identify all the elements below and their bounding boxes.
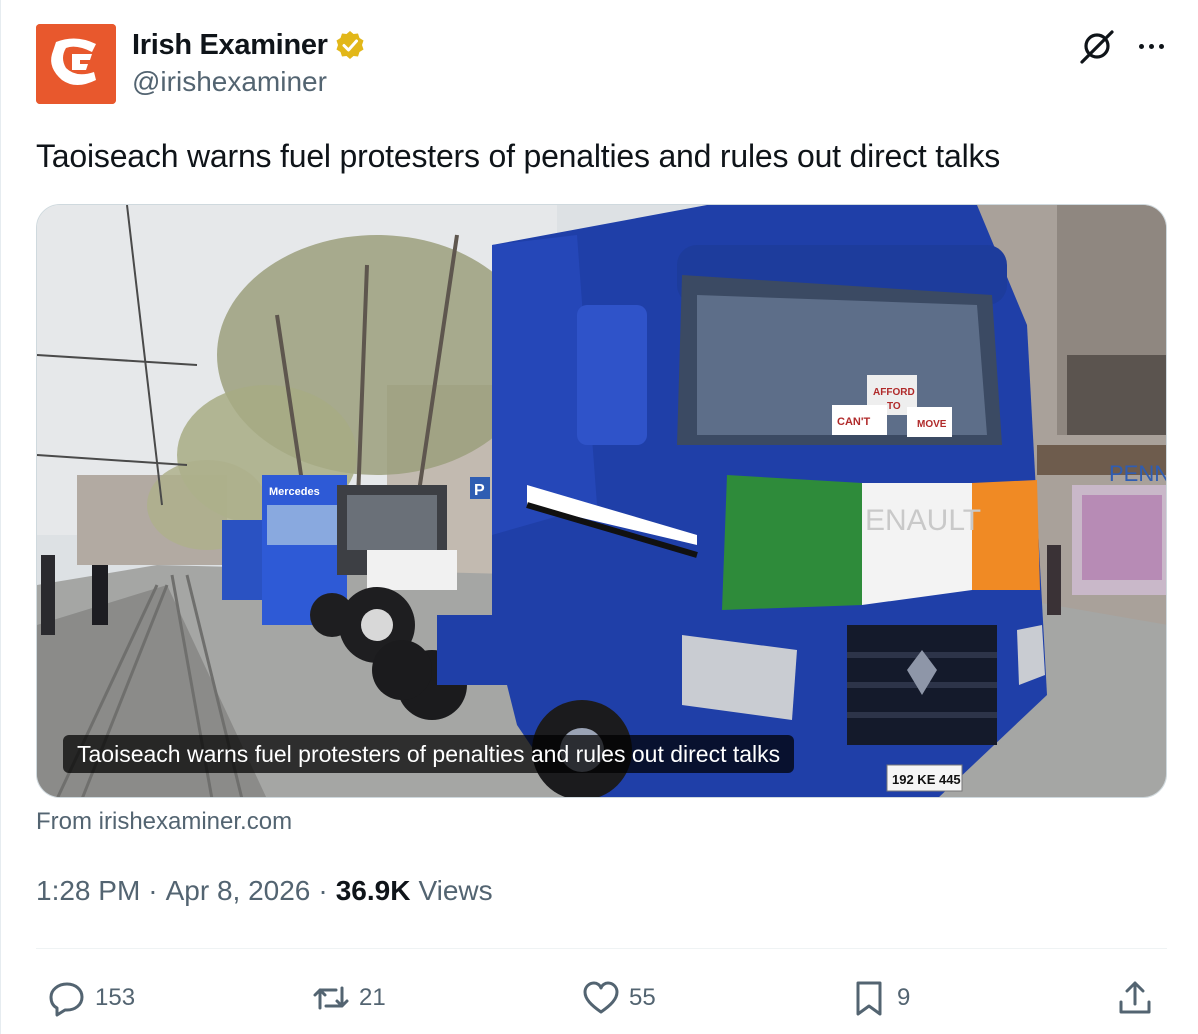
truck-logo: Mercedes [269,486,320,498]
shop-sign: PENN [1109,461,1167,486]
handle[interactable]: @irishexaminer [132,66,327,98]
tweet-article: Irish Examiner @irishexaminer Taoiseach … [0,0,1198,1034]
account-name-row: Irish Examiner [132,26,366,64]
tweet-time[interactable]: 1:28 PM [36,875,140,907]
tweet-meta: 1:28 PM · Apr 8, 2026 · 36.9K Views [36,875,493,907]
meta-separator: · [148,875,158,906]
retweet-button[interactable]: 21 [311,975,386,1021]
parking-sign: P [474,482,485,499]
link-card[interactable]: PENN P Mercedes AFFORD TO CAN'T MOVE ENA… [36,204,1167,798]
reply-count: 153 [95,984,136,1011]
sign-line-2: TO [887,401,901,412]
divider [36,948,1167,949]
card-photo: PENN P Mercedes AFFORD TO CAN'T MOVE ENA… [37,205,1167,797]
retweet-count: 21 [359,984,386,1011]
card-source-link[interactable]: From irishexaminer.com [36,808,292,836]
reply-icon [49,982,84,1017]
like-button[interactable]: 55 [581,975,656,1021]
sign-line-3: CAN'T [837,416,870,428]
views-label[interactable]: Views [418,875,492,907]
card-caption: Taoiseach warns fuel protesters of penal… [63,735,795,773]
more-options-icon[interactable] [1131,26,1171,66]
bookmark-icon [856,981,882,1016]
retweet-icon [313,986,349,1010]
like-count: 55 [629,984,656,1011]
flag-text: ENAULT [865,504,981,537]
tweet-date[interactable]: Apr 8, 2026 [166,875,311,907]
plate-text: 192 KE 445 [892,772,961,787]
avatar[interactable] [36,24,116,104]
sign-line-4: MOVE [917,419,947,430]
grok-icon[interactable] [1076,26,1116,66]
meta-separator: · [318,875,328,906]
share-icon [1119,981,1151,1014]
bookmark-count: 9 [897,984,911,1011]
heart-icon [583,981,619,1014]
verified-badge-icon[interactable] [334,29,366,61]
share-button[interactable] [1115,975,1155,1021]
bookmark-button[interactable]: 9 [849,975,910,1021]
sign-line-1: AFFORD [873,387,915,398]
reply-button[interactable]: 153 [47,975,135,1021]
display-name[interactable]: Irish Examiner [132,29,328,62]
irish-examiner-logo-icon [36,24,116,104]
views-count[interactable]: 36.9K [336,875,411,907]
tweet-text: Taoiseach warns fuel protesters of penal… [36,138,1001,174]
